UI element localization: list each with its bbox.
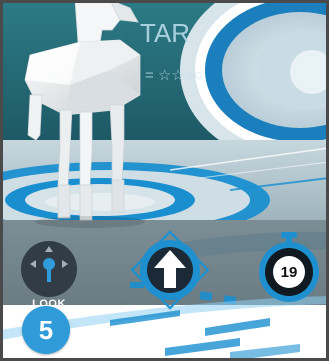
stopwatch-timer: 19: [256, 232, 322, 304]
move-forward-button[interactable]: [130, 230, 210, 310]
horse-statue: [24, 0, 145, 228]
game-viewport[interactable]: TAR = ☆☆○○ LOOK 19 5: [0, 0, 329, 361]
arrow-up-icon: [130, 230, 210, 310]
level-badge: 5: [22, 306, 70, 354]
look-control[interactable]: LOOK: [20, 240, 78, 312]
joystick-icon: [21, 241, 77, 297]
timer-value: 19: [280, 263, 298, 281]
